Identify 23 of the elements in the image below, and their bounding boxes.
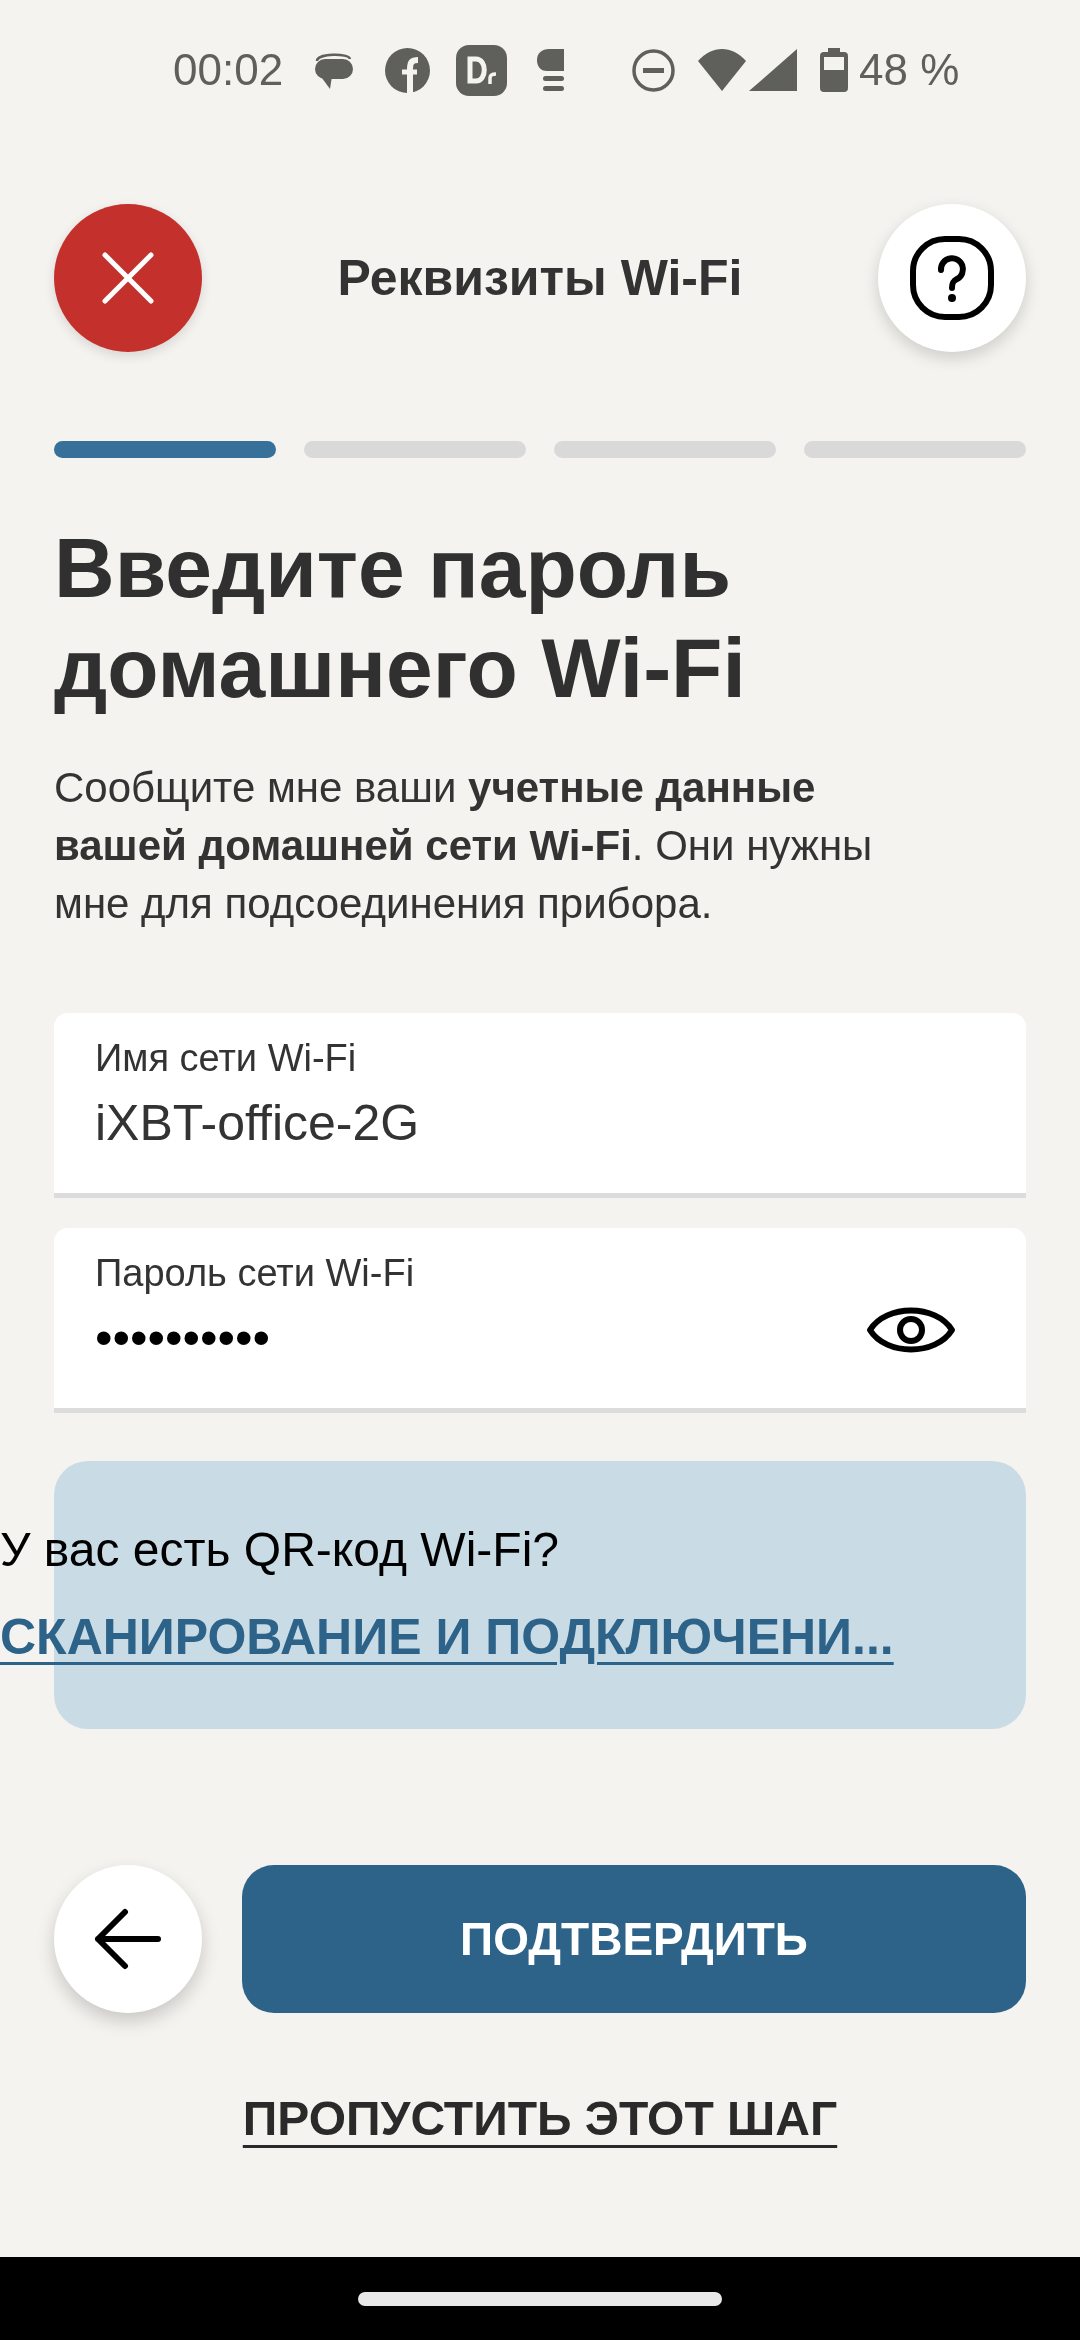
qr-question-text: У вас есть QR-код Wi-Fi? — [0, 1522, 559, 1578]
do-not-disturb-icon — [632, 48, 676, 92]
back-arrow-icon — [94, 1908, 162, 1970]
battery-percentage: 48 % — [859, 44, 960, 96]
chat-bubble-icon — [313, 50, 356, 90]
text-field[interactable]: Имя сети Wi-Fi iXBT-office-2G — [54, 1013, 1026, 1198]
social-app-icon — [385, 47, 431, 93]
home-indicator[interactable] — [358, 2291, 722, 2306]
screen-title: Реквизиты Wi-Fi — [337, 249, 743, 308]
intro-text: Сообщите мне ваши учетные данные вашей домашней сети Wi-Fi. Они нужны мне для подсоединения прибора. — [54, 763, 874, 929]
status-time: 00:02 — [173, 44, 284, 96]
signal-icon — [749, 49, 798, 91]
scan-and-connect-link[interactable]: СКАНИРОВАНИЕ И ПОДКЛЮЧЕНИ... — [0, 1607, 894, 1667]
help-icon — [910, 236, 994, 320]
partial-notification-icon — [537, 49, 565, 91]
app-badge-icon — [456, 44, 508, 96]
close-icon — [102, 252, 154, 304]
skip-step-link[interactable]: ПРОПУСТИТЬ ЭТОТ ШАГ — [242, 2087, 838, 2151]
page-heading: Введите пароль домашнего Wi-Fi — [54, 520, 747, 717]
confirm-button[interactable]: ПОДТВЕРДИТЬ — [242, 1865, 1026, 2013]
battery-icon — [820, 48, 849, 92]
wifi-icon — [698, 49, 747, 91]
password-field[interactable]: Пароль сети Wi-Fi •••••••••• — [54, 1228, 1026, 1413]
